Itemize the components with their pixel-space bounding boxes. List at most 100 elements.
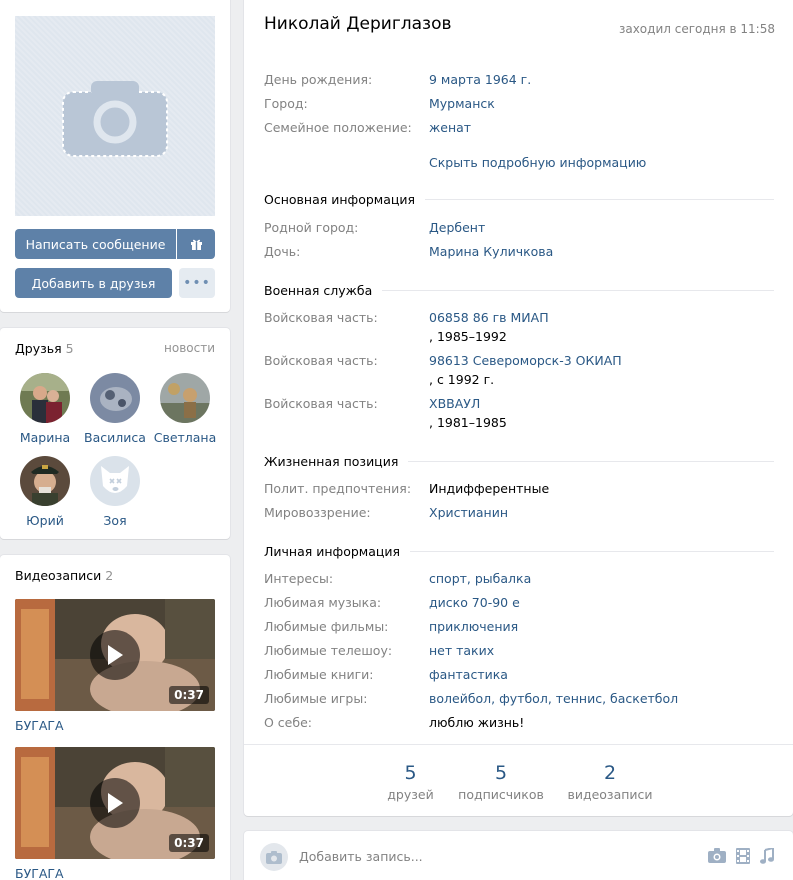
friends-header[interactable]: Друзья 5 xyxy=(15,341,74,356)
friend-name[interactable]: Зоя xyxy=(80,513,150,528)
camera-icon xyxy=(266,850,282,864)
friend-avatar[interactable] xyxy=(160,373,210,423)
info-label: Войсковая часть: xyxy=(264,310,378,325)
friend-avatar-placeholder[interactable] xyxy=(90,456,140,506)
info-value: люблю жизнь! xyxy=(429,715,525,730)
section-divider xyxy=(408,460,774,462)
attach-photo-icon[interactable] xyxy=(708,848,726,867)
military-years: , с 1992 г. xyxy=(429,372,495,387)
military-years: , 1981–1985 xyxy=(429,415,507,430)
friends-title: Друзья xyxy=(15,341,62,356)
section-title: Военная служба xyxy=(264,282,373,298)
info-label: Любимые фильмы: xyxy=(264,619,389,634)
friend-avatar[interactable] xyxy=(20,373,70,423)
info-value-link[interactable]: Христианин xyxy=(429,505,508,520)
profile-photo-card: Написать сообщение Добавить в друзья ••• xyxy=(0,0,230,312)
play-icon xyxy=(108,645,123,665)
friend-item[interactable]: Марина xyxy=(10,373,80,445)
gift-button[interactable] xyxy=(177,229,215,259)
info-value: Индифферентные xyxy=(429,481,550,496)
toggle-details-link[interactable]: Скрыть подробную информацию xyxy=(429,155,646,170)
section-personal: Личная информация xyxy=(264,543,774,559)
videos-title: Видеозаписи xyxy=(15,568,102,583)
video-title[interactable]: БУГАГА xyxy=(15,866,64,880)
counter-followers[interactable]: 5 подписчиков xyxy=(455,762,547,802)
more-actions-button[interactable]: ••• xyxy=(179,268,215,298)
friend-name[interactable]: Юрий xyxy=(10,513,80,528)
profile-avatar-placeholder[interactable] xyxy=(15,16,215,216)
friend-avatar[interactable] xyxy=(20,456,70,506)
info-label: Семейное положение: xyxy=(264,120,412,135)
info-label: Город: xyxy=(264,96,308,111)
friend-name[interactable]: Светлана xyxy=(150,430,220,445)
friend-item[interactable]: Зоя xyxy=(80,456,150,528)
info-value-link[interactable]: Мурманск xyxy=(429,96,495,111)
military-years: , 1985–1992 xyxy=(429,329,507,344)
info-label: Дочь: xyxy=(264,244,301,259)
info-value-link[interactable]: приключения xyxy=(429,619,518,634)
profile-info-card: Николай Дериглазов заходил сегодня в 11:… xyxy=(244,0,793,816)
section-divider xyxy=(410,550,774,552)
info-value-link[interactable]: фантастика xyxy=(429,667,508,682)
info-value-link[interactable]: нет таких xyxy=(429,643,494,658)
friend-item[interactable]: Юрий xyxy=(10,456,80,528)
section-divider xyxy=(382,289,774,291)
new-post-input[interactable]: Добавить запись... xyxy=(299,849,423,864)
counter-value: 5 xyxy=(404,762,417,784)
info-value-link[interactable]: Марина Куличкова xyxy=(429,244,553,259)
friends-block: Друзья 5 новости Марина Василиса Светлан… xyxy=(0,328,230,539)
videos-header[interactable]: Видеозаписи 2 xyxy=(15,568,113,583)
info-label: Любимые телешоу: xyxy=(264,643,393,658)
info-label: Любимые игры: xyxy=(264,691,368,706)
camera-icon xyxy=(62,81,168,157)
friend-item[interactable]: Светлана xyxy=(150,373,220,445)
videos-count: 2 xyxy=(105,568,114,583)
dog-placeholder-icon xyxy=(101,466,129,493)
section-main-info: Основная информация xyxy=(264,191,774,207)
info-label: Войсковая часть: xyxy=(264,353,378,368)
info-value-link[interactable]: спорт, рыбалка xyxy=(429,571,531,586)
section-title: Жизненная позиция xyxy=(264,453,399,469)
section-title: Основная информация xyxy=(264,191,416,207)
friend-name[interactable]: Василиса xyxy=(80,430,150,445)
section-military: Военная служба xyxy=(264,282,774,298)
info-value-link[interactable]: волейбол, футбол, теннис, баскетбол xyxy=(429,691,678,706)
play-button[interactable] xyxy=(90,630,140,680)
play-button[interactable] xyxy=(90,778,140,828)
counter-friends[interactable]: 5 друзей xyxy=(383,762,438,802)
video-duration: 0:37 xyxy=(169,834,209,852)
info-value-link[interactable]: женат xyxy=(429,120,471,135)
author-avatar xyxy=(260,843,288,871)
video-thumbnail[interactable]: 0:37 xyxy=(15,599,215,711)
info-label: Интересы: xyxy=(264,571,334,586)
friend-avatar[interactable] xyxy=(90,373,140,423)
send-message-button[interactable]: Написать сообщение xyxy=(15,229,176,259)
info-label: Любимая музыка: xyxy=(264,595,382,610)
attach-video-icon[interactable] xyxy=(736,848,750,867)
counter-label: видеозаписи xyxy=(567,787,653,802)
counter-videos[interactable]: 2 видеозаписи xyxy=(565,762,655,802)
counter-value: 2 xyxy=(603,762,617,784)
info-label: День рождения: xyxy=(264,72,373,87)
info-value-link[interactable]: 9 марта 1964 г. xyxy=(429,72,531,87)
add-friend-button[interactable]: Добавить в друзья xyxy=(15,268,172,298)
friend-name[interactable]: Марина xyxy=(10,430,80,445)
new-post-card: Добавить запись... xyxy=(244,831,793,880)
section-title: Личная информация xyxy=(264,543,401,559)
attach-music-icon[interactable] xyxy=(760,846,774,867)
video-thumbnail[interactable]: 0:37 xyxy=(15,747,215,859)
info-value-link[interactable]: ХВВАУЛ xyxy=(429,396,480,411)
friend-item[interactable]: Василиса xyxy=(80,373,150,445)
info-label: Полит. предпочтения: xyxy=(264,481,412,496)
info-label: Родной город: xyxy=(264,220,359,235)
info-value-link[interactable]: 06858 86 гв МИАП xyxy=(429,310,549,325)
info-value-link[interactable]: диско 70-90 е xyxy=(429,595,520,610)
videos-block: Видеозаписи 2 0:37 БУГАГА 0:37 БУГАГА xyxy=(0,555,230,880)
info-value-link[interactable]: Дербент xyxy=(429,220,485,235)
video-title[interactable]: БУГАГА xyxy=(15,718,64,733)
video-duration: 0:37 xyxy=(169,686,209,704)
info-label: О себе: xyxy=(264,715,312,730)
friends-news-link[interactable]: новости xyxy=(164,341,215,355)
info-value-link[interactable]: 98613 Североморск-3 ОКИАП xyxy=(429,353,622,368)
counter-label: подписчиков xyxy=(458,787,544,802)
